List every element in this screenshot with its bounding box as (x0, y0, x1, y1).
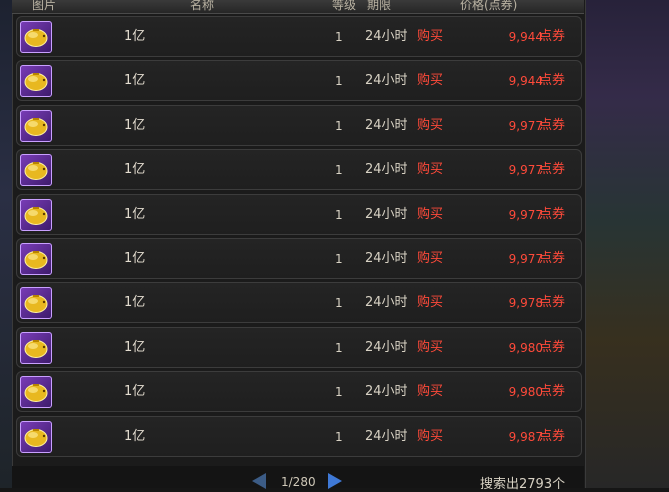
price-unit: 点券 (539, 384, 566, 400)
buy-button[interactable]: 购买 (417, 296, 443, 310)
item-price: 9,977 (508, 251, 543, 266)
gold-piggy-icon[interactable] (20, 154, 52, 187)
price-unit: 点券 (539, 339, 566, 355)
item-name: 1亿 (124, 295, 146, 311)
header-name: 名称 (190, 0, 215, 12)
item-name: 1亿 (124, 206, 146, 222)
price-unit: 点券 (539, 29, 566, 44)
item-name: 1亿 (124, 339, 146, 355)
item-name: 1亿 (124, 428, 146, 444)
item-price: 9,944 (508, 74, 543, 89)
item-level: 1 (335, 74, 343, 89)
item-price: 9,987 (508, 429, 543, 444)
buy-button[interactable]: 购买 (417, 163, 443, 177)
item-level: 1 (335, 207, 343, 222)
buy-button[interactable]: 购买 (417, 340, 443, 355)
buy-button[interactable]: 购买 (417, 429, 443, 444)
item-price: 9,977 (508, 207, 543, 222)
item-duration: 24小时 (365, 117, 408, 133)
item-duration: 24小时 (365, 428, 408, 444)
buy-button[interactable]: 购买 (417, 207, 443, 222)
gold-piggy-icon[interactable] (20, 376, 52, 409)
gold-piggy-icon[interactable] (20, 287, 52, 320)
item-level: 1 (335, 429, 343, 444)
gold-piggy-icon[interactable] (20, 21, 52, 53)
item-price: 9,944 (508, 30, 543, 44)
price-unit: 点券 (539, 73, 566, 89)
item-price: 9,977 (508, 118, 543, 133)
item-level: 1 (335, 118, 343, 133)
item-list: 1亿 1 24小时 购买 9,944 点券 1亿 1 24小时 购买 9,944… (16, 16, 582, 460)
header-level: 等级 (332, 0, 357, 12)
item-price: 9,977 (508, 163, 543, 178)
price-unit: 点券 (539, 295, 566, 311)
price-unit: 点券 (539, 117, 566, 133)
item-price: 9,978 (508, 296, 543, 311)
prev-page-button[interactable] (252, 473, 266, 489)
item-name: 1亿 (124, 384, 146, 400)
item-duration: 24小时 (365, 73, 408, 89)
header-image: 图片 (32, 0, 57, 12)
item-level: 1 (335, 251, 343, 266)
search-result-count: 搜索出2793个 (480, 477, 566, 492)
gold-piggy-icon[interactable] (20, 331, 52, 364)
item-level: 1 (335, 385, 343, 400)
table-row[interactable]: 1亿 1 24小时 购买 9,977 点券 (16, 104, 582, 146)
item-price: 9,980 (508, 340, 543, 355)
item-name: 1亿 (124, 250, 146, 266)
table-row[interactable]: 1亿 1 24小时 购买 9,978 点券 (16, 282, 582, 324)
item-level: 1 (335, 163, 343, 178)
table-row[interactable]: 1亿 1 24小时 购买 9,980 点券 (16, 371, 582, 413)
item-name: 1亿 (124, 29, 146, 44)
table-row[interactable]: 1亿 1 24小时 购买 9,977 点券 (16, 149, 582, 191)
item-level: 1 (335, 340, 343, 355)
table-row[interactable]: 1亿 1 24小时 购买 9,977 点券 (16, 193, 582, 235)
item-duration: 24小时 (365, 162, 408, 178)
gold-piggy-icon[interactable] (20, 420, 52, 453)
item-duration: 24小时 (365, 250, 408, 266)
price-unit: 点券 (539, 428, 566, 444)
gold-piggy-icon[interactable] (20, 65, 52, 98)
header-duration: 期限 (367, 0, 392, 12)
item-name: 1亿 (124, 117, 146, 133)
price-unit: 点券 (539, 206, 566, 222)
buy-button[interactable]: 购买 (417, 385, 443, 399)
table-row[interactable]: 1亿 1 24小时 购买 9,977 点券 (16, 237, 582, 279)
next-page-button[interactable] (328, 473, 342, 489)
item-name: 1亿 (124, 73, 146, 89)
page-indicator: 1/280 (281, 475, 316, 489)
item-duration: 24小时 (365, 206, 408, 222)
game-background (580, 0, 669, 488)
header-price: 价格(点券) (460, 0, 518, 12)
item-level: 1 (335, 30, 343, 44)
table-row[interactable]: 1亿 1 24小时 购买 9,944 点券 (16, 16, 582, 57)
buy-button[interactable]: 购买 (417, 30, 443, 44)
item-duration: 24小时 (365, 29, 408, 44)
gold-piggy-icon[interactable] (20, 109, 52, 142)
price-unit: 点券 (539, 250, 566, 266)
buy-button[interactable]: 购买 (417, 74, 443, 88)
item-name: 1亿 (124, 162, 146, 178)
buy-button[interactable]: 购买 (417, 251, 443, 266)
gold-piggy-icon[interactable] (20, 242, 52, 275)
table-row[interactable]: 1亿 1 24小时 购买 9,987 点券 (16, 415, 582, 457)
item-duration: 24小时 (365, 339, 408, 355)
list-header: 图片 名称 等级 期限 价格(点券) (12, 0, 584, 14)
gold-piggy-icon[interactable] (20, 198, 52, 231)
price-unit: 点券 (539, 162, 566, 178)
buy-button[interactable]: 购买 (417, 118, 443, 133)
table-row[interactable]: 1亿 1 24小时 购买 9,980 点券 (16, 326, 582, 368)
item-duration: 24小时 (365, 384, 408, 400)
item-price: 9,980 (508, 385, 543, 400)
table-row[interactable]: 1亿 1 24小时 购买 9,944 点券 (16, 60, 582, 102)
item-level: 1 (335, 296, 343, 311)
item-duration: 24小时 (365, 295, 408, 311)
